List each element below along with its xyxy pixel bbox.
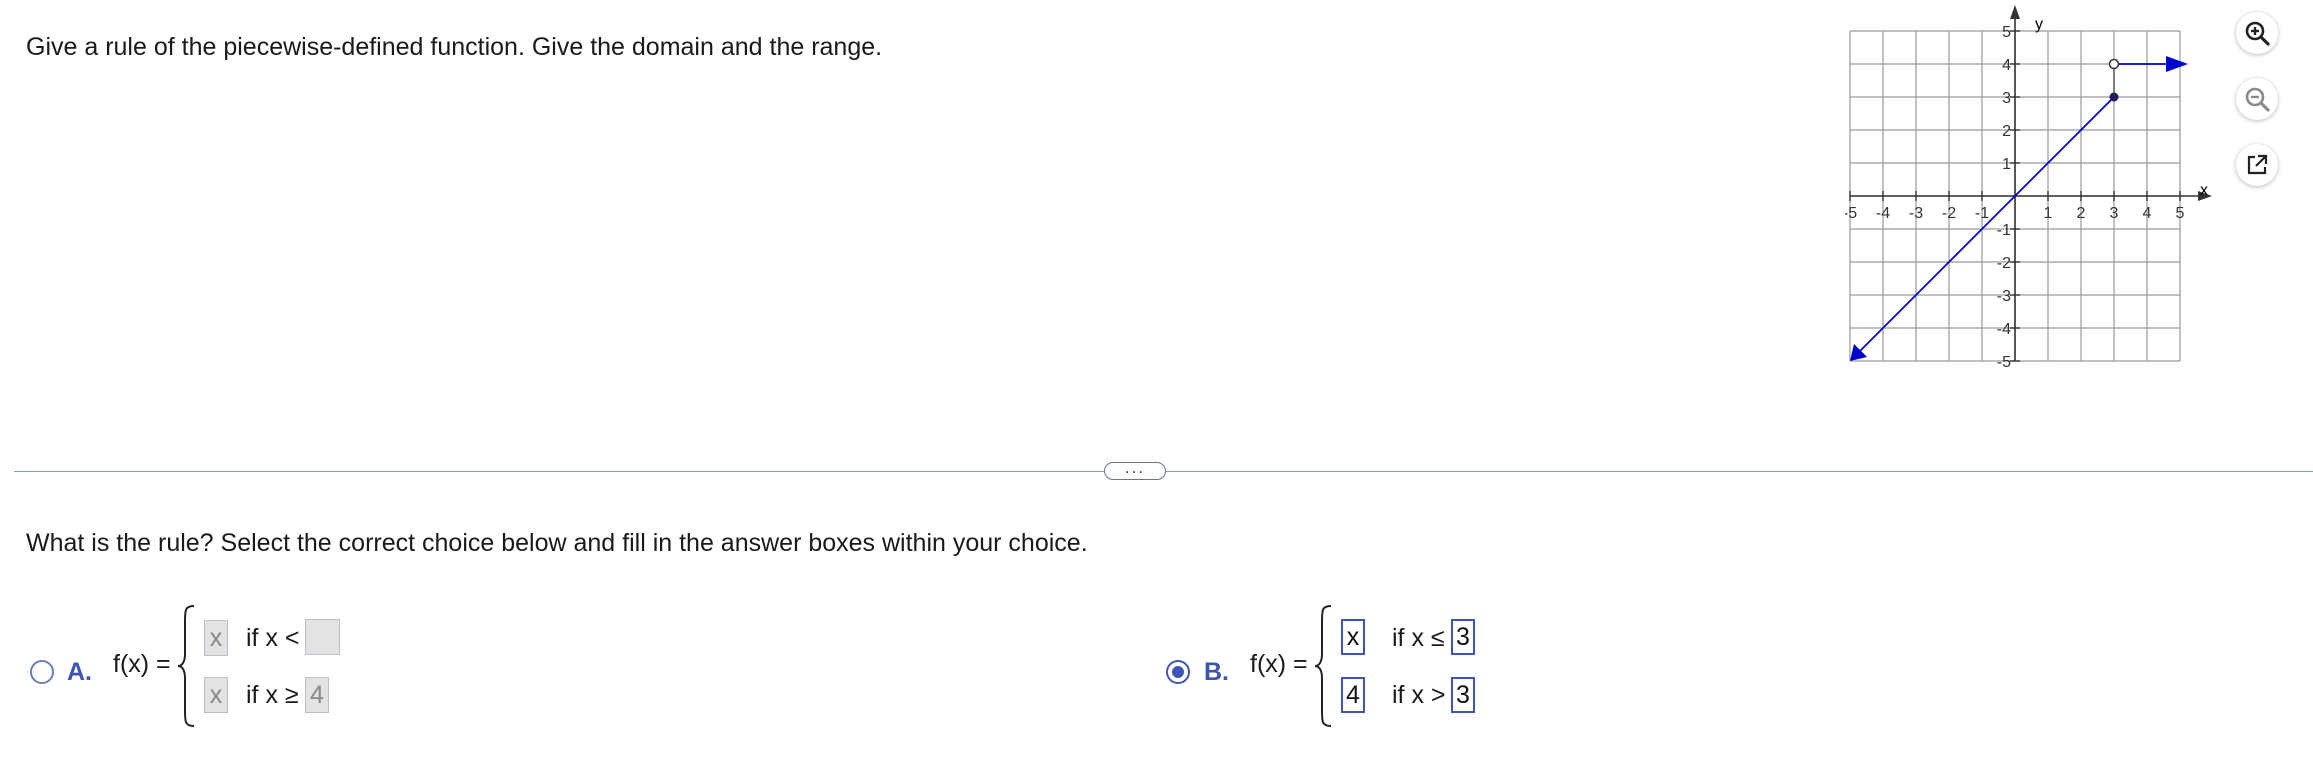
y-tick-label: 4 — [2002, 57, 2011, 74]
choice-a-letter: A. — [67, 658, 92, 686]
choice-a-brace — [177, 605, 195, 727]
line-segment-y-equals-x — [1857, 96, 2115, 354]
function-graph: -5 -4 -3 -2 -1 1 2 3 4 5 5 4 3 2 1 -1 -2 -3 -4 -5 x y — [1845, 5, 2212, 371]
x-tick-label: -2 — [1942, 205, 1956, 222]
zoom-out-button[interactable] — [2236, 78, 2278, 120]
y-tick-label: -2 — [1997, 255, 2011, 272]
choice-a-row1-condition: if x < — [246, 624, 300, 652]
x-tick-label: -3 — [1909, 205, 1923, 222]
x-tick-label: 4 — [2143, 205, 2152, 222]
x-tick-label: 3 — [2110, 205, 2119, 222]
choice-b-letter: B. — [1204, 658, 1229, 686]
choice-b-row2-expression[interactable]: 4 — [1341, 677, 1365, 713]
choice-b-row1-condition: if x ≤ — [1392, 624, 1445, 652]
choice-b-row2-condition: if x > — [1392, 681, 1446, 709]
right-arrowhead — [2166, 56, 2188, 72]
y-tick-label: -3 — [1997, 288, 2011, 305]
choice-b-row1-expression[interactable]: x — [1341, 619, 1365, 655]
open-endpoint — [2108, 58, 2120, 70]
choice-a-row1-bound[interactable] — [305, 619, 340, 655]
y-tick-label: -5 — [1997, 354, 2011, 371]
zoom-in-icon — [2245, 21, 2270, 46]
x-axis-label: x — [2200, 182, 2208, 199]
choice-a-row2-expression[interactable]: x — [204, 677, 228, 713]
expand-toggle-button[interactable]: ... — [1104, 459, 1166, 480]
choice-b-row1-bound[interactable]: 3 — [1451, 619, 1475, 655]
choice-b-radio[interactable] — [1166, 660, 1190, 684]
y-tick-label: 5 — [2002, 24, 2011, 41]
open-in-new-window-button[interactable] — [2236, 144, 2278, 186]
choice-a-fx-label: f(x) = — [113, 650, 171, 678]
choice-a-row2-condition: if x ≥ — [246, 681, 299, 709]
choice-a[interactable]: A. f(x) = x if x < x if x ≥ 4 — [0, 600, 600, 740]
prompt-text: What is the rule? Select the correct cho… — [26, 529, 1088, 557]
question-text: Give a rule of the piecewise-defined fun… — [26, 33, 883, 61]
y-tick-label: 3 — [2002, 90, 2011, 107]
zoom-in-button[interactable] — [2236, 12, 2278, 54]
x-tick-label: -1 — [1975, 205, 1989, 222]
y-tick-label: 1 — [2002, 156, 2011, 173]
choice-b-row2-bound[interactable]: 3 — [1451, 677, 1475, 713]
choice-a-radio[interactable] — [30, 660, 54, 684]
graph-curves — [1850, 56, 2188, 361]
x-tick-label: 1 — [2044, 205, 2053, 222]
choice-b[interactable]: B. f(x) = x if x ≤ 3 4 if x > 3 — [1140, 600, 1640, 740]
choice-a-row1-expression[interactable]: x — [204, 620, 228, 656]
choice-b-brace — [1314, 605, 1332, 727]
choice-b-fx-label: f(x) = — [1250, 650, 1308, 678]
y-tick-label: 2 — [2002, 123, 2011, 140]
y-axis-arrow — [2010, 5, 2020, 19]
x-tick-label: -4 — [1876, 205, 1890, 222]
y-tick-label: -4 — [1997, 321, 2011, 338]
x-tick-label: 5 — [2176, 205, 2185, 222]
y-tick-label: -1 — [1997, 222, 2011, 239]
external-link-icon — [2247, 154, 2268, 175]
x-tick-label: 2 — [2077, 205, 2086, 222]
zoom-out-icon — [2245, 87, 2270, 112]
y-axis-label: y — [2035, 16, 2043, 33]
choice-a-row2-bound[interactable]: 4 — [305, 677, 329, 713]
x-tick-label: -5 — [1845, 205, 1857, 222]
